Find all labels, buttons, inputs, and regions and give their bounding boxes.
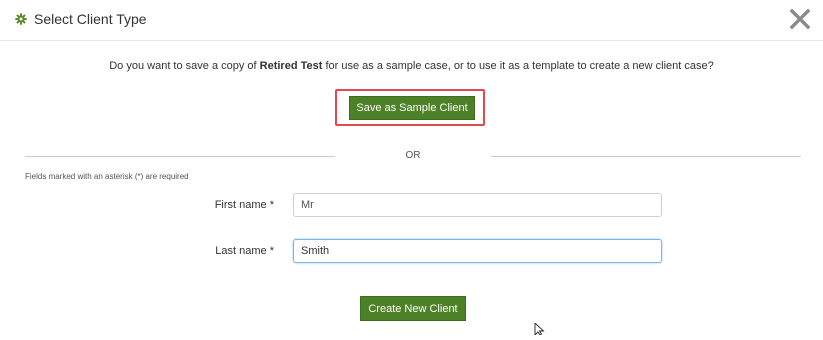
- first-name-label: First name *: [214, 199, 274, 211]
- question-text-start: Do you want to save a copy of: [109, 60, 260, 72]
- create-new-client-button[interactable]: Create New Client: [360, 296, 466, 321]
- question-text-end: for use as a sample case, or to use it a…: [322, 60, 714, 72]
- mouse-pointer-icon: [534, 321, 546, 337]
- last-name-field[interactable]: [293, 239, 662, 263]
- save-as-sample-client-button[interactable]: Save as Sample Client: [349, 96, 475, 120]
- required-fields-note: Fields marked with an asterisk (*) are r…: [25, 172, 189, 181]
- client-name: Retired Test: [259, 60, 323, 72]
- dialog-header: Select Client Type: [0, 0, 823, 41]
- divider-right: [491, 156, 801, 157]
- dialog-title: Select Client Type: [34, 11, 147, 27]
- last-name-label: Last name *: [215, 245, 274, 257]
- save-copy-question: Do you want to save a copy of Retired Te…: [0, 60, 823, 72]
- or-divider-label: OR: [405, 150, 421, 161]
- gear-icon: [15, 12, 27, 25]
- divider-left: [25, 156, 335, 157]
- close-icon[interactable]: [789, 8, 811, 30]
- first-name-field[interactable]: [293, 193, 662, 217]
